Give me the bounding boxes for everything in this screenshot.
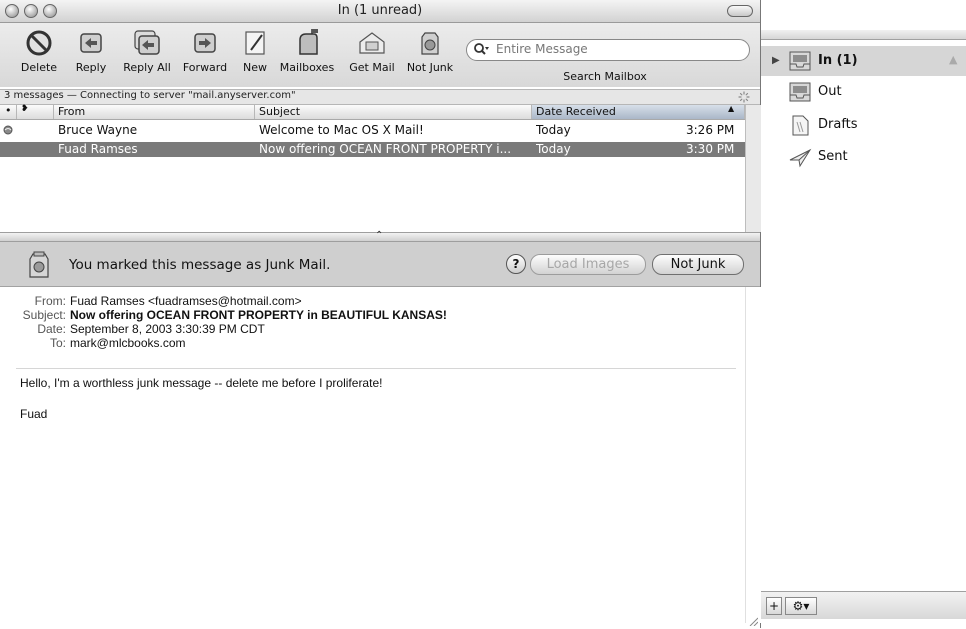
message-row-selected[interactable]: Fuad Ramses Now offering OCEAN FRONT PRO… — [0, 142, 745, 157]
unread-dot-icon: • — [5, 104, 12, 117]
subject-value: Now offering OCEAN FRONT PROPERTY in BEA… — [70, 308, 447, 322]
to-label: To: — [49, 336, 66, 350]
message-list-header: • ❥ From Subject Date Received ▲ — [0, 104, 745, 120]
forward-button[interactable]: Forward — [180, 25, 230, 85]
add-mailbox-button[interactable]: + — [766, 597, 782, 615]
status-text: 3 messages — Connecting to server "mail.… — [4, 90, 296, 101]
get-mail-button[interactable]: Get Mail — [344, 25, 400, 85]
splitter-handle-icon: ⌃ — [375, 230, 384, 241]
from-value: Fuad Ramses <fuadramses@hotmail.com> — [70, 294, 302, 308]
unread-indicator-icon — [3, 125, 13, 135]
column-subject[interactable]: Subject — [255, 105, 532, 119]
mailbox-sent[interactable]: Sent — [761, 142, 966, 172]
mailbox-label: Sent — [818, 149, 848, 164]
pane-splitter[interactable]: ⌃ — [0, 230, 760, 242]
message-scrollbar[interactable] — [745, 287, 761, 623]
mailbox-label: Out — [818, 84, 842, 99]
message-list-scrollbar[interactable] — [745, 105, 761, 232]
drawer-top-edge — [761, 30, 966, 40]
inbox-tray-icon — [789, 51, 811, 71]
window-title: In (1 unread) — [337, 3, 423, 18]
status-bar: 3 messages — Connecting to server "mail.… — [0, 89, 760, 105]
reply-all-button[interactable]: Reply All — [118, 25, 176, 85]
message-row[interactable]: Bruce Wayne Welcome to Mac OS X Mail! To… — [0, 123, 745, 138]
mailboxes-icon — [299, 29, 318, 55]
date-value: September 8, 2003 3:30:39 PM CDT — [70, 322, 265, 336]
search-placeholder: Entire Message — [496, 42, 588, 56]
mailbox-action-button[interactable]: ⚙▾ — [785, 597, 817, 615]
search-icon[interactable] — [473, 42, 489, 56]
compose-icon — [245, 31, 265, 55]
flag-column-icon: ❥ — [21, 104, 29, 114]
column-date-received[interactable]: Date Received ▲ — [532, 104, 745, 119]
message-from: Bruce Wayne — [58, 123, 138, 137]
reply-all-icon — [134, 30, 160, 55]
get-mail-icon — [359, 32, 385, 54]
date-label: Date: — [37, 322, 66, 336]
subject-label: Subject: — [22, 308, 66, 322]
from-label: From: — [34, 294, 66, 308]
forward-icon — [194, 33, 216, 53]
sort-ascending-icon: ▲ — [728, 104, 735, 113]
message-date: Today — [536, 123, 571, 137]
connection-warning-icon[interactable]: ▲ — [949, 53, 957, 66]
mailbox-drafts[interactable]: Drafts — [761, 110, 966, 140]
resize-grip-icon[interactable] — [748, 616, 758, 626]
mailbox-out[interactable]: Out — [761, 77, 966, 107]
reply-icon — [80, 33, 102, 53]
message-subject: Now offering OCEAN FRONT PROPERTY i... — [259, 142, 512, 156]
message-time: 3:30 PM — [686, 142, 735, 156]
reply-button[interactable]: Reply — [72, 25, 110, 85]
outbox-tray-icon — [789, 82, 811, 102]
message-from: Fuad Ramses — [58, 142, 138, 156]
column-unread[interactable]: • — [0, 104, 17, 119]
junk-bag-icon — [421, 32, 439, 55]
disclosure-triangle-icon[interactable]: ▶ — [772, 55, 780, 66]
mailbox-label: Drafts — [818, 117, 858, 132]
delete-button[interactable]: Delete — [16, 25, 62, 85]
column-flag[interactable]: ❥ — [17, 104, 54, 119]
not-junk-button[interactable]: Not Junk — [652, 254, 744, 275]
help-button[interactable]: ? — [506, 254, 526, 274]
toolbar-toggle-button[interactable] — [727, 5, 753, 17]
activity-spinner-icon — [738, 91, 750, 103]
drafts-page-icon — [792, 115, 809, 136]
message-body-line: Fuad — [20, 407, 48, 421]
mailbox-in[interactable]: ▶ In (1) ▲ — [761, 46, 966, 76]
to-value: mark@mlcbooks.com — [70, 336, 186, 350]
column-from[interactable]: From — [54, 105, 255, 119]
paper-plane-icon — [789, 148, 812, 168]
junk-bag-icon — [29, 251, 49, 278]
not-junk-toolbar-button[interactable]: Not Junk — [402, 25, 458, 85]
message-date: Today — [536, 142, 571, 156]
message-time: 3:26 PM — [686, 123, 735, 137]
mailboxes-button[interactable]: Mailboxes — [276, 25, 338, 85]
load-images-button[interactable]: Load Images — [530, 254, 646, 275]
message-subject: Welcome to Mac OS X Mail! — [259, 123, 424, 137]
new-message-button[interactable]: New — [238, 25, 272, 85]
message-body-line: Hello, I'm a worthless junk message -- d… — [20, 376, 383, 390]
header-divider — [16, 368, 736, 369]
search-mailbox-label: Search Mailbox — [563, 70, 647, 83]
junk-mail-message: You marked this message as Junk Mail. — [69, 257, 331, 273]
delete-icon — [26, 30, 52, 56]
mailbox-label: In (1) — [818, 53, 858, 68]
